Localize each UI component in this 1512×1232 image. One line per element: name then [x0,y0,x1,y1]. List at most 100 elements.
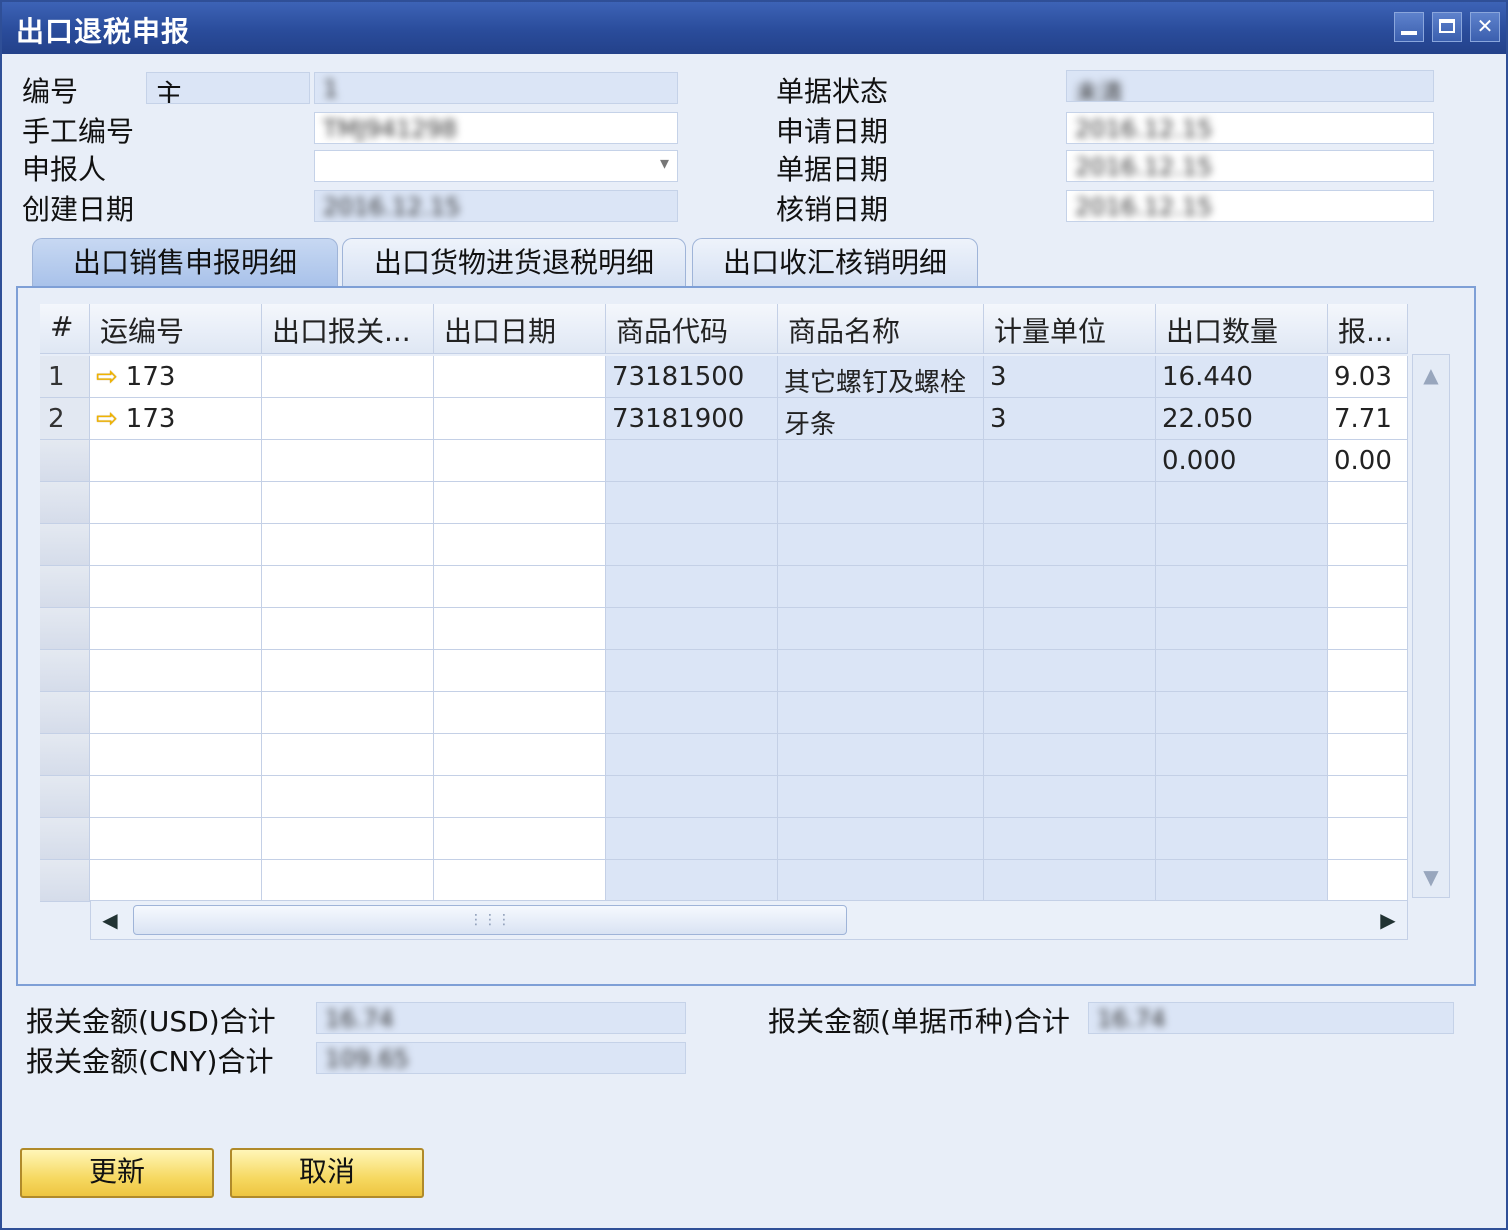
column-header-export-date[interactable]: 出口日期 [434,304,606,354]
item-name-cell[interactable] [778,566,984,608]
usd-total-field[interactable]: 16.74 [316,1002,686,1034]
item-name-cell[interactable] [778,524,984,566]
unit-cell[interactable] [984,776,1156,818]
ship-no-cell[interactable] [90,818,262,860]
link-arrow-icon[interactable]: ⇨ [96,404,118,434]
quantity-cell[interactable]: 22.050 [1156,398,1328,440]
column-header-ship-no[interactable]: 运编号 [90,304,262,354]
scroll-right-icon[interactable]: ▶ [1371,901,1405,939]
item-name-cell[interactable] [778,608,984,650]
cny-total-field[interactable]: 109.65 [316,1042,686,1074]
amount-cell[interactable] [1328,650,1408,692]
export-date-cell[interactable] [434,650,606,692]
row-number[interactable] [40,482,90,524]
amount-cell[interactable] [1328,734,1408,776]
writeoff-date-field[interactable]: 2016.12.15 [1066,190,1434,222]
item-code-cell[interactable]: 73181500 [606,356,778,398]
unit-cell[interactable]: 3 [984,356,1156,398]
item-name-cell[interactable] [778,482,984,524]
amount-cell[interactable] [1328,860,1408,902]
item-code-cell[interactable] [606,566,778,608]
tab-export-sales[interactable]: 出口销售申报明细 [32,238,338,286]
unit-cell[interactable] [984,692,1156,734]
customs-cell[interactable] [262,356,434,398]
vertical-scrollbar[interactable]: ▲ ▼ [1412,354,1450,898]
row-number[interactable] [40,566,90,608]
customs-cell[interactable] [262,440,434,482]
column-header-item-name[interactable]: 商品名称 [778,304,984,354]
item-name-cell[interactable] [778,440,984,482]
item-code-cell[interactable] [606,650,778,692]
created-date-field[interactable]: 2016.12.15 [314,190,678,222]
row-number[interactable] [40,608,90,650]
cancel-button[interactable]: 取消 [230,1148,424,1198]
quantity-cell[interactable] [1156,524,1328,566]
export-date-cell[interactable] [434,356,606,398]
export-date-cell[interactable] [434,566,606,608]
quantity-cell[interactable] [1156,692,1328,734]
export-date-cell[interactable] [434,776,606,818]
unit-cell[interactable] [984,734,1156,776]
declarant-dropdown[interactable]: ▾ [314,150,678,182]
item-code-cell[interactable] [606,482,778,524]
row-number[interactable] [40,818,90,860]
ship-no-cell[interactable] [90,860,262,902]
row-number[interactable] [40,650,90,692]
amount-cell[interactable]: 7.71 [1328,398,1408,440]
ship-no-cell[interactable] [90,608,262,650]
column-header-unit[interactable]: 计量单位 [984,304,1156,354]
amount-cell[interactable] [1328,608,1408,650]
quantity-cell[interactable] [1156,482,1328,524]
apply-date-field[interactable]: 2016.12.15 [1066,112,1434,144]
amount-cell[interactable]: 9.03 [1328,356,1408,398]
item-code-cell[interactable] [606,692,778,734]
ship-no-cell[interactable] [90,734,262,776]
quantity-cell[interactable] [1156,818,1328,860]
row-number[interactable] [40,734,90,776]
ship-no-cell[interactable] [90,440,262,482]
unit-cell[interactable] [984,818,1156,860]
export-date-cell[interactable] [434,482,606,524]
export-date-cell[interactable] [434,398,606,440]
scrollbar-thumb[interactable]: ⋮⋮⋮ [133,905,847,935]
scroll-left-icon[interactable]: ◀ [93,901,127,939]
number-field[interactable]: 1 [314,72,678,104]
amount-cell[interactable]: 0.00 [1328,440,1408,482]
ship-no-cell[interactable] [90,776,262,818]
tab-forex-writeoff[interactable]: 出口收汇核销明细 [692,238,978,286]
item-name-cell[interactable]: 牙条 [778,398,984,440]
amount-cell[interactable] [1328,692,1408,734]
unit-cell[interactable] [984,524,1156,566]
scroll-down-icon[interactable]: ▼ [1413,859,1449,895]
column-header-item-code[interactable]: 商品代码 [606,304,778,354]
close-button[interactable]: ✕ [1470,12,1500,42]
unit-cell[interactable] [984,440,1156,482]
series-field[interactable]: 主 [146,72,310,104]
customs-cell[interactable] [262,776,434,818]
ship-no-cell[interactable]: ⇨ 173 [90,356,262,398]
ship-no-cell[interactable] [90,524,262,566]
amount-cell[interactable] [1328,566,1408,608]
unit-cell[interactable] [984,608,1156,650]
customs-cell[interactable] [262,482,434,524]
link-arrow-icon[interactable]: ⇨ [96,362,118,392]
scroll-up-icon[interactable]: ▲ [1413,357,1449,393]
maximize-button[interactable] [1432,12,1462,42]
customs-cell[interactable] [262,818,434,860]
item-code-cell[interactable]: 73181900 [606,398,778,440]
export-date-cell[interactable] [434,818,606,860]
customs-cell[interactable] [262,734,434,776]
quantity-cell[interactable] [1156,776,1328,818]
item-code-cell[interactable] [606,860,778,902]
customs-cell[interactable] [262,608,434,650]
column-header-amount[interactable]: 报... [1328,304,1408,354]
ship-no-cell[interactable] [90,650,262,692]
customs-cell[interactable] [262,860,434,902]
item-code-cell[interactable] [606,734,778,776]
row-number[interactable] [40,524,90,566]
doc-currency-total-field[interactable]: 16.74 [1088,1002,1454,1034]
export-date-cell[interactable] [434,524,606,566]
item-name-cell[interactable] [778,650,984,692]
quantity-cell[interactable] [1156,860,1328,902]
title-bar[interactable]: 出口退税申报 ✕ [2,2,1506,54]
